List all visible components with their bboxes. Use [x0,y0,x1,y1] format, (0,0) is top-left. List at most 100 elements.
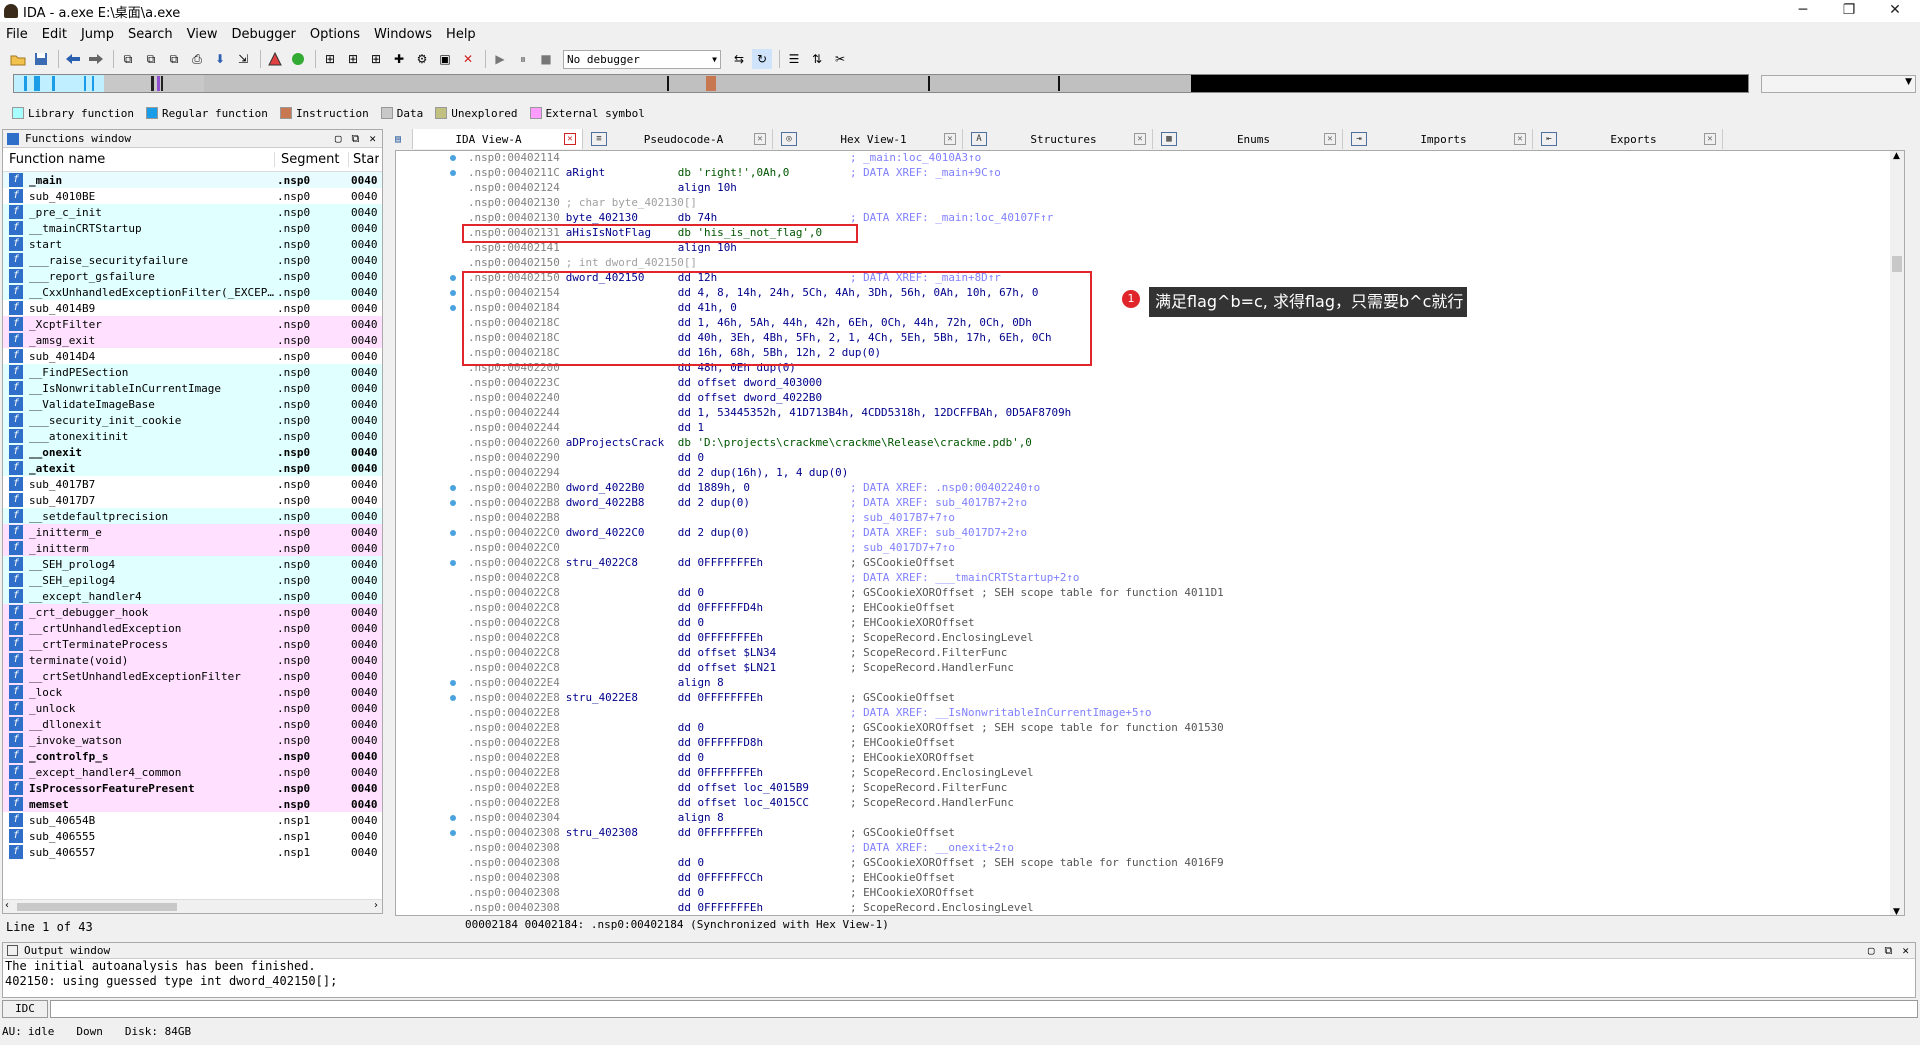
tab-overview-icon[interactable]: ▤ [395,129,413,149]
disasm-line[interactable]: .nsp0:0040223C dd offset dword_403000 [468,375,846,390]
col-function-name[interactable]: Function name [3,152,275,167]
function-row[interactable]: f terminate(void) .nsp0 0040 [3,652,382,668]
tab-close-icon[interactable]: ✕ [944,133,956,145]
tab-close-icon[interactable]: ✕ [754,133,766,145]
function-row[interactable]: f __FindPESection .nsp0 0040 [3,364,382,380]
tab-close-icon[interactable]: ✕ [1324,133,1336,145]
disasm-line[interactable]: .nsp0:00402308 ; DATA XREF: __onexit+2↑o [468,840,1014,855]
menu-view[interactable]: View [187,27,218,42]
function-row[interactable]: f __SEH_epilog4 .nsp0 0040 [3,572,382,588]
function-row[interactable]: f _unlock .nsp0 0040 [3,700,382,716]
scroll-up-icon[interactable]: ▲ [1893,151,1900,161]
function-row[interactable]: f _initterm .nsp0 0040 [3,540,382,556]
function-row[interactable]: f _main .nsp0 0040 [3,172,382,188]
navigation-combo[interactable]: ▼ [1761,75,1916,93]
create-data-icon[interactable]: ⊞ [343,49,363,69]
disasm-line[interactable]: .nsp0:00402150 ; int dword_402150[] [468,255,697,270]
scroll-left-icon[interactable]: ‹ [5,900,9,911]
paste-icon[interactable]: ⧉ [141,49,161,69]
ida-vscrollbar[interactable]: ▲ ▼ [1890,151,1904,915]
function-row[interactable]: f __crtUnhandledException .nsp0 0040 [3,620,382,636]
disasm-line[interactable]: .nsp0:004022C0 dword_4022C0 dd 2 dup(0) ; D… [468,525,1027,540]
scroll-right-icon[interactable]: › [374,900,378,911]
menu-options[interactable]: Options [310,27,360,42]
close-button[interactable]: ✕ [1872,0,1918,22]
function-row[interactable]: f __crtSetUnhandledExceptionFilter .nsp0 00… [3,668,382,684]
disasm-line[interactable]: .nsp0:00402308 dd 0FFFFFFCCh ; EHCookieOff… [468,870,955,885]
disasm-line[interactable]: .nsp0:004022E8 dd 0 ; GSCookieXOROffset ; … [468,720,1224,735]
disasm-line[interactable]: .nsp0:004022C8 dd 0 ; EHCookieXOROffset [468,615,975,630]
disasm-line[interactable]: .nsp0:004022E4 align 8 [468,675,846,690]
tab-pseudocode-a[interactable]: ≡ Pseudocode-A ✕ [583,129,773,149]
disasm-line[interactable]: .nsp0:004022E8 stru_4022E8 dd 0FFFFFFFEh ; … [468,690,955,705]
disasm-line[interactable]: .nsp0:004022C0 ; sub_4017D7+7↑o [468,540,955,555]
disasm-line[interactable]: .nsp0:00402308 dd 0 ; EHCookieXOROffset [468,885,975,900]
stack-icon[interactable]: ⇲ [233,49,253,69]
function-row[interactable]: f __onexit .nsp0 0040 [3,444,382,460]
function-row[interactable]: f __dllonexit .nsp0 0040 [3,716,382,732]
function-row[interactable]: f _controlfp_s .nsp0 0040 [3,748,382,764]
minimize-button[interactable]: ─ [1780,0,1826,22]
navigation-band[interactable] [13,74,1749,93]
function-row[interactable]: f _invoke_watson .nsp0 0040 [3,732,382,748]
function-row[interactable]: f sub_406555 .nsp1 0040 [3,828,382,844]
close-icon[interactable]: ✕ [369,132,376,146]
ida-view-a[interactable]: .nsp0:00402114; _main:loc_4010A3↑o .nsp0:… [395,150,1905,916]
function-row[interactable]: f _except_handler4_common .nsp0 0040 [3,764,382,780]
function-row[interactable]: f sub_4014D4 .nsp0 0040 [3,348,382,364]
restore-icon[interactable]: ▢ [335,132,342,146]
function-row[interactable]: f _amsg_exit .nsp0 0040 [3,332,382,348]
back-arrow-icon[interactable] [63,49,83,69]
disasm-line[interactable]: .nsp0:004022B8 ; sub_4017B7+7↑o [468,510,955,525]
sync-icon[interactable]: ↻ [752,49,772,69]
tab-close-icon[interactable]: ✕ [1134,133,1146,145]
tab-close-icon[interactable]: ✕ [1514,133,1526,145]
menu-search[interactable]: Search [128,27,173,42]
tab-imports[interactable]: ⇥ Imports ✕ [1343,129,1533,149]
function-row[interactable]: f sub_4017B7 .nsp0 0040 [3,476,382,492]
tab-exports[interactable]: ⇤ Exports ✕ [1533,129,1723,149]
function-row[interactable]: f _XcptFilter .nsp0 0040 [3,316,382,332]
close-icon[interactable]: ✕ [1902,944,1909,958]
function-row[interactable]: f ___security_init_cookie .nsp0 0040 [3,412,382,428]
function-row[interactable]: f IsProcessorFeaturePresent .nsp0 0040 [3,780,382,796]
function-row[interactable]: f sub_4010BE .nsp0 0040 [3,188,382,204]
trace-icon[interactable]: ⇅ [807,49,827,69]
disasm-line[interactable]: .nsp0:004022C8 dd 0FFFFFFD4h ; EHCookieOff… [468,600,955,615]
stop-icon[interactable]: ■ [536,49,556,69]
restore-icon[interactable]: ▢ [1868,944,1875,958]
add-xref-icon[interactable]: ✚ [389,49,409,69]
copy-icon[interactable]: ⧉ [118,49,138,69]
disasm-line[interactable]: .nsp0:00402114 ; _main:loc_4010A3↑o [468,151,981,165]
function-row[interactable]: f _lock .nsp0 0040 [3,684,382,700]
tab-enums[interactable]: ▦ Enums ✕ [1153,129,1343,149]
tab-ida-view-a[interactable]: IDA View-A ✕ [413,129,583,149]
idc-language-button[interactable]: IDC [2,1000,48,1018]
create-struct-icon[interactable]: ⊞ [366,49,386,69]
disasm-line[interactable]: .nsp0:00402130 ; char byte_402130[] [468,195,697,210]
disasm-line[interactable]: .nsp0:004022C8 dd offset $LN21 ; ScopeReco… [468,660,1014,675]
idc-command-input[interactable] [50,1000,1918,1018]
function-row[interactable]: f _initterm_e .nsp0 0040 [3,524,382,540]
print-icon[interactable]: ⎙ [187,49,207,69]
disasm-line[interactable]: .nsp0:00402290 dd 0 [468,450,846,465]
function-row[interactable]: f _crt_debugger_hook .nsp0 0040 [3,604,382,620]
disasm-line[interactable]: .nsp0:00402308 dd 0FFFFFFFEh ; ScopeRecord… [468,900,1034,915]
forward-arrow-icon[interactable] [86,49,106,69]
attach-icon[interactable]: ⇆ [729,49,749,69]
function-row[interactable]: f __CxxUnhandledExceptionFilter(_EXCEPTI…… [3,284,382,300]
disasm-line[interactable]: .nsp0:004022B8 dword_4022B8 dd 2 dup(0) ; D… [468,495,1027,510]
function-row[interactable]: f ___report_gsfailure .nsp0 0040 [3,268,382,284]
functions-hscrollbar[interactable]: ‹ › [3,899,382,913]
tools-icon[interactable]: ✂ [830,49,850,69]
disasm-line[interactable]: .nsp0:00402308 dd 0 ; GSCookieXOROffset ; … [468,855,1224,870]
patch-icon[interactable]: ⚙ [412,49,432,69]
delete-icon[interactable]: ✕ [458,49,478,69]
function-row[interactable]: f __setdefaultprecision .nsp0 0040 [3,508,382,524]
disasm-line[interactable]: .nsp0:00402294 dd 2 dup(16h), 1, 4 dup(0) [468,465,848,480]
function-row[interactable]: f ___raise_securityfailure .nsp0 0040 [3,252,382,268]
maximize-button[interactable]: ❐ [1826,0,1872,22]
save-icon[interactable] [31,49,51,69]
function-row[interactable]: f __except_handler4 .nsp0 0040 [3,588,382,604]
disasm-line[interactable]: .nsp0:004022C8 dd offset $LN34 ; ScopeReco… [468,645,1007,660]
